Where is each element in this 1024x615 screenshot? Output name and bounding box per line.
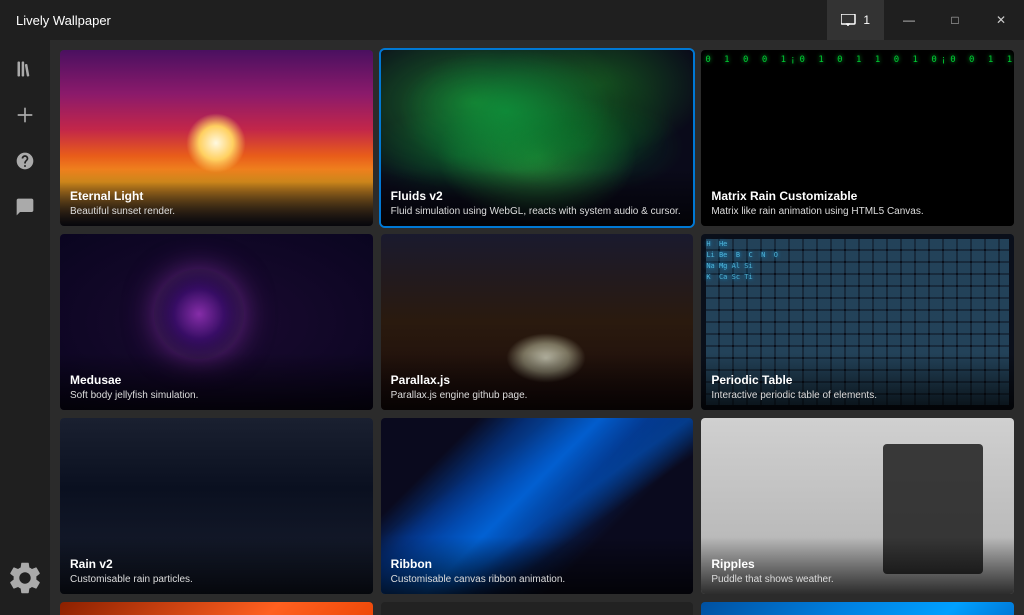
- wallpaper-card-medusae[interactable]: Medusae Soft body jellyfish simulation.: [60, 234, 373, 410]
- sidebar-item-add[interactable]: [6, 96, 44, 134]
- card-info-periodic-table: Periodic Table Interactive periodic tabl…: [701, 353, 1014, 410]
- wallpaper-card-ripples[interactable]: Ripples Puddle that shows weather.: [701, 418, 1014, 594]
- card-title: Rain v2: [70, 557, 363, 571]
- monitor-button[interactable]: 1: [827, 0, 884, 40]
- wallpaper-card-eternal-light[interactable]: Eternal Light Beautiful sunset render.: [60, 50, 373, 226]
- library-icon: [15, 59, 35, 79]
- partial-row: [60, 602, 1014, 615]
- card-info-rain-v2: Rain v2 Customisable rain particles.: [60, 537, 373, 594]
- monitor-count: 1: [863, 13, 870, 27]
- card-title: Fluids v2: [391, 189, 684, 203]
- minimize-button[interactable]: —: [886, 0, 932, 40]
- sidebar-item-settings[interactable]: [6, 559, 44, 597]
- sidebar-item-help[interactable]: [6, 142, 44, 180]
- main-layout: Eternal Light Beautiful sunset render. F…: [0, 40, 1024, 615]
- card-info-parallax-js: Parallax.js Parallax.js engine github pa…: [381, 353, 694, 410]
- card-desc: Beautiful sunset render.: [70, 205, 363, 218]
- card-desc: Fluid simulation using WebGL, reacts wit…: [391, 205, 684, 218]
- card-info-medusae: Medusae Soft body jellyfish simulation.: [60, 353, 373, 410]
- card-desc: Soft body jellyfish simulation.: [70, 389, 363, 402]
- app-title: Lively Wallpaper: [16, 13, 111, 28]
- content-area: Eternal Light Beautiful sunset render. F…: [50, 40, 1024, 615]
- wallpaper-card-rain-v2[interactable]: Rain v2 Customisable rain particles.: [60, 418, 373, 594]
- sidebar: [0, 40, 50, 615]
- sidebar-item-library[interactable]: [6, 50, 44, 88]
- maximize-button[interactable]: □: [932, 0, 978, 40]
- partial-card-orange[interactable]: [60, 602, 373, 615]
- close-button[interactable]: ✕: [978, 0, 1024, 40]
- wallpaper-card-fluids-v2[interactable]: Fluids v2 Fluid simulation using WebGL, …: [381, 50, 694, 226]
- titlebar: Lively Wallpaper 1 — □ ✕: [0, 0, 1024, 40]
- sidebar-item-feedback[interactable]: [6, 188, 44, 226]
- card-info-eternal-light: Eternal Light Beautiful sunset render.: [60, 169, 373, 226]
- card-title: Eternal Light: [70, 189, 363, 203]
- card-info-ribbon: Ribbon Customisable canvas ribbon animat…: [381, 537, 694, 594]
- card-info-matrix-rain: Matrix Rain Customizable Matrix like rai…: [701, 169, 1014, 226]
- thumbnail-empty: [381, 602, 694, 615]
- wallpaper-card-matrix-rain[interactable]: Matrix Rain Customizable Matrix like rai…: [701, 50, 1014, 226]
- monitor-icon: [841, 14, 857, 26]
- card-title: Ribbon: [391, 557, 684, 571]
- partial-card-empty[interactable]: [381, 602, 694, 615]
- card-info-ripples: Ripples Puddle that shows weather.: [701, 537, 1014, 594]
- wallpaper-card-parallax-js[interactable]: Parallax.js Parallax.js engine github pa…: [381, 234, 694, 410]
- card-desc: Interactive periodic table of elements.: [711, 389, 1004, 402]
- wallpaper-card-ribbon[interactable]: Ribbon Customisable canvas ribbon animat…: [381, 418, 694, 594]
- card-desc: Puddle that shows weather.: [711, 573, 1004, 586]
- add-icon: [15, 105, 35, 125]
- feedback-icon: [15, 197, 35, 217]
- help-icon: [15, 151, 35, 171]
- card-title: Medusae: [70, 373, 363, 387]
- titlebar-controls: 1 — □ ✕: [827, 0, 1024, 40]
- thumbnail-blue: [701, 602, 1014, 615]
- card-title: Parallax.js: [391, 373, 684, 387]
- card-title: Periodic Table: [711, 373, 1004, 387]
- card-info-fluids-v2: Fluids v2 Fluid simulation using WebGL, …: [381, 169, 694, 226]
- wallpaper-grid: Eternal Light Beautiful sunset render. F…: [60, 50, 1014, 594]
- partial-card-blue[interactable]: [701, 602, 1014, 615]
- thumbnail-orange: [60, 602, 373, 615]
- wallpaper-card-periodic-table[interactable]: Periodic Table Interactive periodic tabl…: [701, 234, 1014, 410]
- card-title: Ripples: [711, 557, 1004, 571]
- card-title: Matrix Rain Customizable: [711, 189, 1004, 203]
- settings-icon: [6, 559, 44, 597]
- card-desc: Customisable rain particles.: [70, 573, 363, 586]
- card-desc: Parallax.js engine github page.: [391, 389, 684, 402]
- card-desc: Matrix like rain animation using HTML5 C…: [711, 205, 1004, 218]
- card-desc: Customisable canvas ribbon animation.: [391, 573, 684, 586]
